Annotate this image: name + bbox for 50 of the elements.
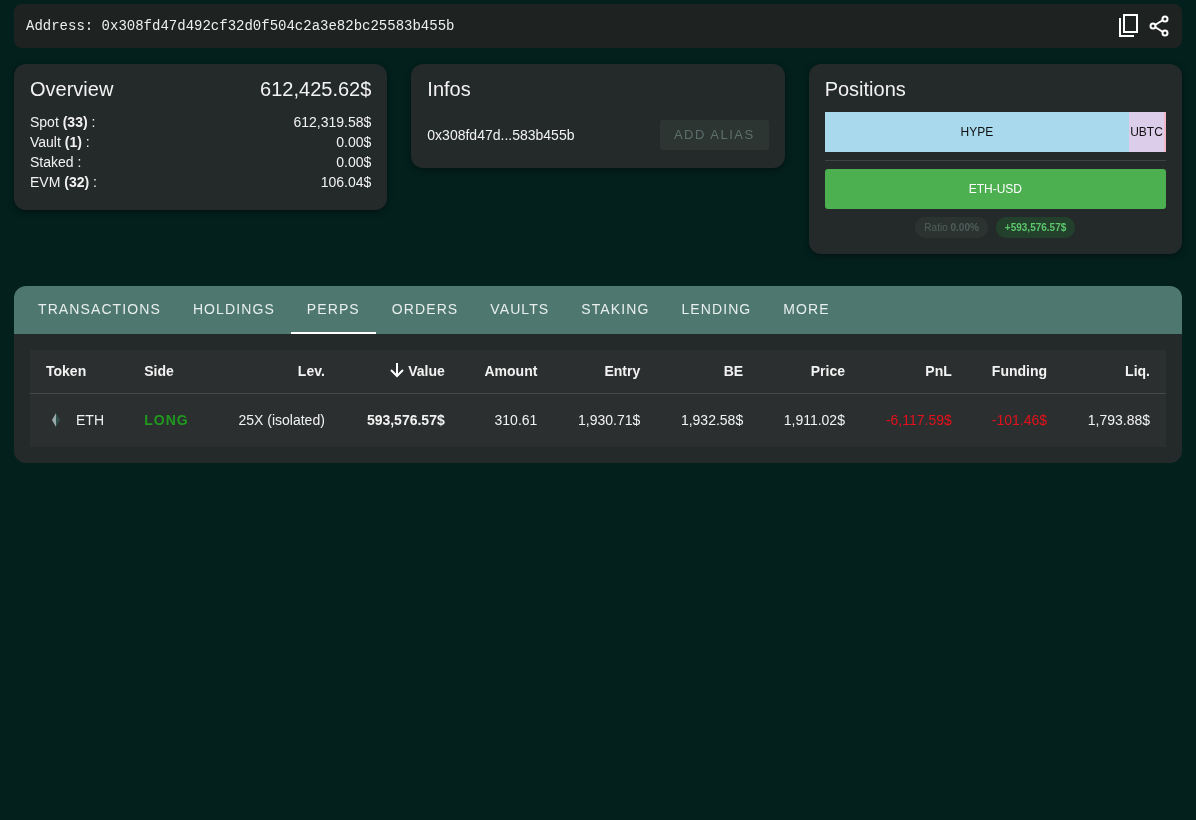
table-cell: LONG: [128, 393, 212, 447]
table-cell: 1,932.58$: [656, 393, 760, 447]
share-icon[interactable]: [1148, 15, 1170, 37]
balance-value: 612,319.58$: [293, 113, 372, 132]
column-header: Amount: [460, 350, 554, 394]
balance-label: EVM (32) :: [30, 173, 97, 192]
column-header: Side: [128, 350, 212, 394]
pnl-pill: +593,576.57$: [995, 217, 1076, 238]
table-cell: 1,930.71$: [553, 393, 657, 447]
allocation-segment: HYPE: [824, 112, 1130, 152]
column-header: BE: [656, 350, 760, 394]
card-title: Infos: [427, 77, 471, 102]
column-header: Funding: [967, 350, 1064, 394]
token-name: ETH: [76, 412, 104, 428]
table-cell: 310.61: [460, 393, 554, 447]
table-cell: 1,793.88$: [1063, 393, 1166, 447]
tab[interactable]: TRANSACTIONS: [22, 286, 177, 334]
alias-text: 0x308fd47d...583b455b: [427, 125, 575, 145]
card-title: Overview: [30, 77, 114, 102]
table-cell: -101.46$: [967, 393, 1064, 447]
column-header: Entry: [553, 350, 657, 394]
column-header: Lev.: [211, 350, 341, 394]
balance-label: Vault (1) :: [30, 133, 90, 152]
balance-value: 0.00$: [336, 153, 372, 172]
tab[interactable]: VAULTS: [474, 286, 566, 334]
card-title: Positions: [824, 78, 906, 100]
tab[interactable]: STAKING: [565, 286, 666, 334]
tab[interactable]: HOLDINGS: [176, 286, 291, 334]
column-header: PnL: [860, 350, 968, 394]
column-header[interactable]: Value: [340, 350, 461, 394]
table-cell: 1,911.02$: [759, 393, 861, 447]
tab[interactable]: ORDERS: [375, 286, 475, 334]
table-cell: -6,117.59$: [860, 393, 968, 447]
token-icon: [52, 413, 60, 427]
column-header: Token: [30, 350, 129, 394]
tab[interactable]: LENDING: [665, 286, 768, 334]
tab[interactable]: MORE: [767, 286, 846, 334]
table-cell: 593,576.57$: [340, 393, 461, 447]
balance-value: 106.04$: [320, 173, 372, 192]
column-header: Liq.: [1063, 350, 1166, 394]
address-text: Address: 0x308fd47d492cf32d0f504c2a3e82bc25583b455b: [26, 16, 455, 36]
allocation-segment: UBTC: [1129, 112, 1164, 152]
copy-icon[interactable]: [1118, 14, 1140, 38]
total-value: 612,425.62$: [260, 77, 372, 102]
balance-value: 0.00$: [336, 133, 372, 152]
allocation-segment: ETH-USD: [824, 169, 1166, 209]
balance-label: Staked :: [30, 153, 82, 172]
table-cell: 25X (isolated): [211, 393, 341, 447]
column-header: Price: [759, 350, 861, 394]
balance-label: Spot (33) :: [30, 113, 96, 132]
